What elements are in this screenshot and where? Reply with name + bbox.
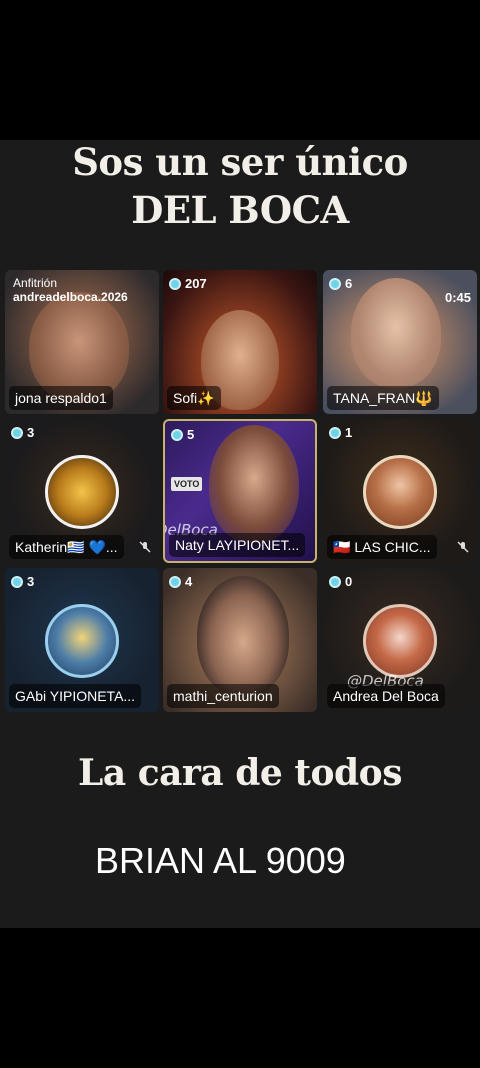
participant-tile-las-chic[interactable]: 1 🇨🇱 LAS CHIC... <box>323 419 477 563</box>
participant-avatar <box>363 604 437 678</box>
participant-name: Sofi✨ <box>167 386 221 410</box>
host-label: Anfitrión andreadelboca.2026 <box>13 276 128 304</box>
mic-muted-icon <box>457 541 469 553</box>
participant-name: 🇨🇱 LAS CHIC... <box>327 535 437 559</box>
participant-tile-andrea[interactable]: 0 @DelBoca Andrea Del Boca <box>323 568 477 712</box>
viewer-count: 6 <box>345 276 353 291</box>
participant-tile-sofi[interactable]: 207 Sofi✨ <box>163 270 317 414</box>
viewer-badge: 4 <box>169 574 192 589</box>
viewer-count: 3 <box>27 425 35 440</box>
participant-video <box>351 278 441 388</box>
viewer-badge: 207 <box>169 276 207 291</box>
viewer-badge: 1 <box>329 425 352 440</box>
participant-name: jona respaldo1 <box>9 386 113 410</box>
viewer-badge: 3 <box>11 574 34 589</box>
viewer-count: 3 <box>27 574 35 589</box>
participant-avatar <box>363 455 437 529</box>
participant-tile-mathi[interactable]: 4 mathi_centurion <box>163 568 317 712</box>
participant-video <box>209 425 299 543</box>
caption-line2: BRIAN AL 9009 <box>95 840 346 881</box>
viewer-count: 5 <box>187 427 195 442</box>
headline-line2: DEL BOCA <box>131 188 349 232</box>
viewer-badge: 5 <box>171 427 194 442</box>
viewer-dot-icon <box>11 426 23 439</box>
participant-grid: Anfitrión andreadelboca.2026 jona respal… <box>3 270 477 716</box>
viewer-dot-icon <box>329 575 341 588</box>
viewer-dot-icon <box>171 428 183 441</box>
viewer-badge: 6 <box>329 276 352 291</box>
viewer-dot-icon <box>329 277 341 290</box>
viewer-count: 0 <box>345 574 353 589</box>
participant-name: TANA_FRAN🔱 <box>327 386 439 410</box>
viewer-count: 207 <box>185 276 207 291</box>
viewer-dot-icon <box>329 426 341 439</box>
viewer-badge: 3 <box>11 425 34 440</box>
participant-tile-jona[interactable]: Anfitrión andreadelboca.2026 jona respal… <box>5 270 159 414</box>
participant-tile-naty[interactable]: VOTO 5 @DelBoca Naty LAYIPIONET... <box>163 419 317 563</box>
participant-name: GAbi YIPIONETA... <box>9 684 142 708</box>
viewer-count: 4 <box>185 574 193 589</box>
participant-tile-tana[interactable]: 6 0:45 TANA_FRAN🔱 <box>323 270 477 414</box>
participant-name: mathi_centurion <box>167 684 279 708</box>
participant-tile-gabi[interactable]: 3 GAbi YIPIONETA... <box>5 568 159 712</box>
viewer-dot-icon <box>11 575 23 588</box>
viewer-dot-icon <box>169 277 181 290</box>
caption-line1: La cara de todos <box>78 752 402 794</box>
participant-video <box>197 576 289 696</box>
headline-line1: Sos un ser único <box>72 140 408 184</box>
host-username: andreadelboca.2026 <box>13 290 128 304</box>
participant-name: Naty LAYIPIONET... <box>169 533 306 557</box>
participant-tile-katherin[interactable]: 3 Katherin🇺🇾 💙... <box>5 419 159 563</box>
viewer-count: 1 <box>345 425 353 440</box>
mic-muted-icon <box>139 541 151 553</box>
participant-name: Andrea Del Boca <box>327 684 445 708</box>
vote-sign: VOTO <box>171 477 203 491</box>
call-timer: 0:45 <box>444 290 471 305</box>
host-role: Anfitrión <box>13 276 58 290</box>
participant-avatar <box>45 604 119 678</box>
viewer-dot-icon <box>169 575 181 588</box>
participant-name: Katherin🇺🇾 💙... <box>9 535 124 559</box>
participant-avatar <box>45 455 119 529</box>
viewer-badge: 0 <box>329 574 352 589</box>
